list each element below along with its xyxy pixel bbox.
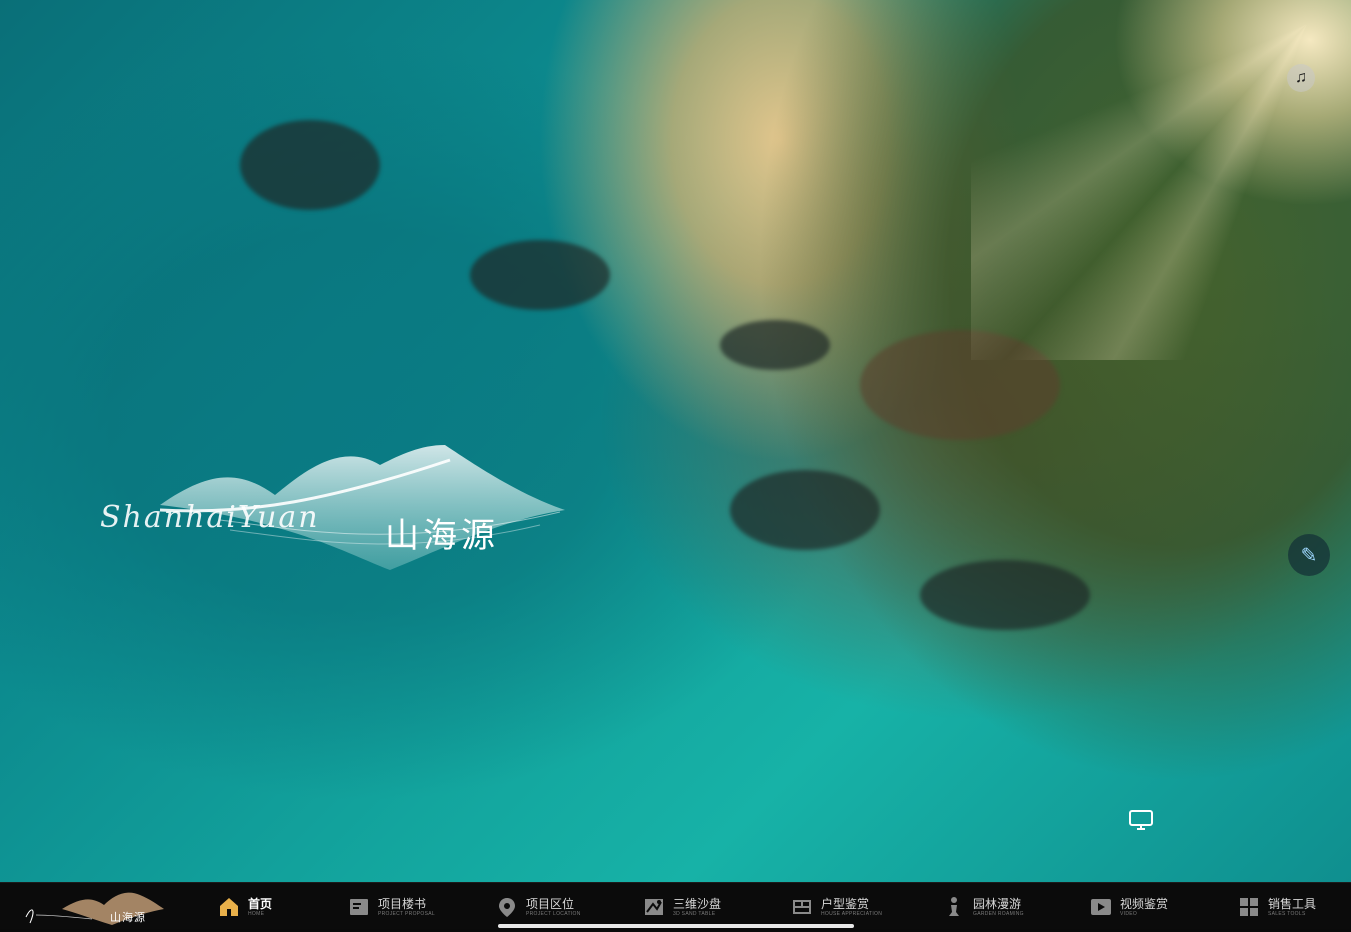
music-note-icon: ♫ xyxy=(1295,69,1307,86)
nav-item-sublabel: HOME xyxy=(248,910,265,917)
logo-chinese-text: 山海源 xyxy=(385,516,499,556)
nav-item-sublabel: PROJECT PROPOSAL xyxy=(378,910,435,917)
nav-item-sales-tools[interactable]: 销售工具 SALES TOOLS xyxy=(1238,891,1316,923)
nav-item-label: 项目楼书 xyxy=(378,896,427,911)
rock xyxy=(470,240,610,310)
rock xyxy=(720,320,830,370)
music-toggle-button[interactable]: ♫ xyxy=(1287,64,1315,92)
pencil-icon: ✎ xyxy=(1300,544,1318,567)
rock xyxy=(920,560,1090,630)
nav-item-sublabel: VIDEO xyxy=(1120,910,1138,917)
play-icon xyxy=(1090,896,1112,918)
nav-item-sublabel: GARDEN ROAMING xyxy=(973,910,1024,917)
hero-background: ShanhaiYuan 山海源 ♫ ✎ xyxy=(0,0,1351,882)
nav-item-sublabel: HOUSE APPRECIATION xyxy=(821,910,883,917)
nav-item-garden-roaming[interactable]: 园林漫游 GARDEN ROAMING xyxy=(943,891,1024,923)
nav-logo-chinese-text: 山海源 xyxy=(110,911,146,924)
grid-icon xyxy=(1238,896,1260,918)
floorplan-icon xyxy=(791,896,813,918)
nav-mountain-logo-icon xyxy=(25,892,164,925)
home-indicator-bar[interactable] xyxy=(498,924,854,928)
logo-english-text: ShanhaiYuan xyxy=(100,500,320,535)
nav-brand-logo[interactable]: 山海源 xyxy=(22,887,172,927)
nav-item-label: 户型鉴赏 xyxy=(821,896,870,911)
nav-item-3d-sand-table[interactable]: 三维沙盘 3D SAND TABLE xyxy=(643,891,721,923)
book-icon xyxy=(348,896,370,918)
nav-item-video[interactable]: 视频鉴赏 VIDEO xyxy=(1090,891,1168,923)
screen-cast-button[interactable] xyxy=(1128,809,1154,831)
nav-item-sublabel: 3D SAND TABLE xyxy=(673,910,716,917)
nav-item-label: 视频鉴赏 xyxy=(1120,896,1169,911)
rock xyxy=(240,120,380,210)
bottom-navigation-bar: 山海源 首页 HOME 项目楼书 PROJECT PROPOSAL 项目区位 P… xyxy=(0,882,1351,929)
brand-logo: ShanhaiYuan 山海源 xyxy=(100,440,570,590)
rock xyxy=(730,470,880,550)
nav-item-label: 三维沙盘 xyxy=(673,896,722,911)
nav-item-sublabel: PROJECT LOCATION xyxy=(526,910,581,917)
nav-item-house-appreciation[interactable]: 户型鉴赏 HOUSE APPRECIATION xyxy=(791,891,882,923)
nav-item-label: 项目区位 xyxy=(526,896,575,911)
nav-item-label: 园林漫游 xyxy=(973,896,1022,911)
map-icon xyxy=(643,896,665,918)
nav-item-sublabel: SALES TOOLS xyxy=(1268,910,1306,917)
rock xyxy=(860,330,1060,440)
home-icon xyxy=(218,896,240,918)
nav-item-project-proposal[interactable]: 项目楼书 PROJECT PROPOSAL xyxy=(348,891,435,923)
nav-item-project-location[interactable]: 项目区位 PROJECT LOCATION xyxy=(496,891,581,923)
nav-item-label: 销售工具 xyxy=(1268,896,1317,911)
walker-icon xyxy=(943,896,965,918)
nav-item-label: 首页 xyxy=(248,896,273,911)
location-pin-icon xyxy=(496,896,518,918)
annotate-button[interactable]: ✎ xyxy=(1288,534,1330,576)
screen-share-icon xyxy=(1129,810,1153,830)
nav-item-home[interactable]: 首页 HOME xyxy=(218,891,272,923)
